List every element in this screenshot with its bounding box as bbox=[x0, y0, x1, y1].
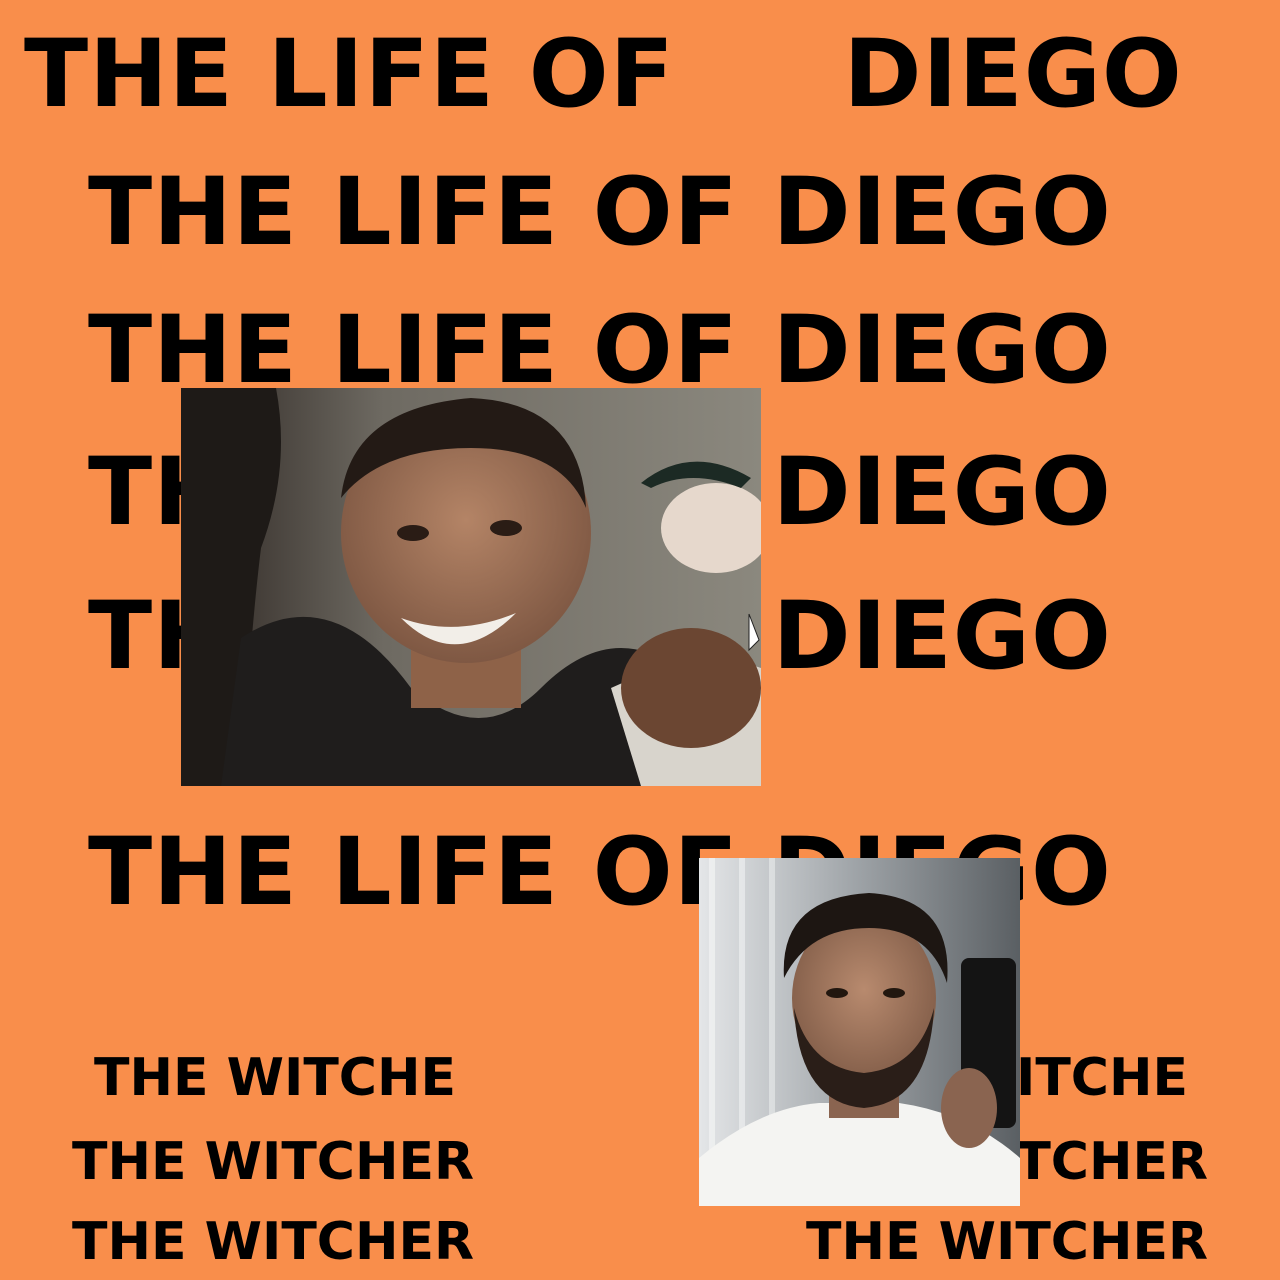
smiling-teen-photo bbox=[181, 388, 761, 786]
title-line-2: THE LIFE OF DIEGO bbox=[88, 158, 1112, 267]
bearded-man-selfie-photo bbox=[699, 858, 1020, 1206]
right-line-3: THE WITCHER bbox=[806, 1212, 1209, 1272]
album-cover: THE LIFE OF DIEGO THE LIFE OF DIEGO THE … bbox=[0, 0, 1280, 1280]
title-line-3: THE LIFE OF DIEGO bbox=[88, 296, 1112, 405]
title-line-1: THE LIFE OF DIEGO bbox=[24, 20, 1183, 129]
left-line-2: THE WITCHER bbox=[72, 1132, 475, 1192]
left-line-3: THE WITCHER bbox=[72, 1212, 475, 1272]
left-line-1: THE WITCHE bbox=[94, 1048, 456, 1108]
